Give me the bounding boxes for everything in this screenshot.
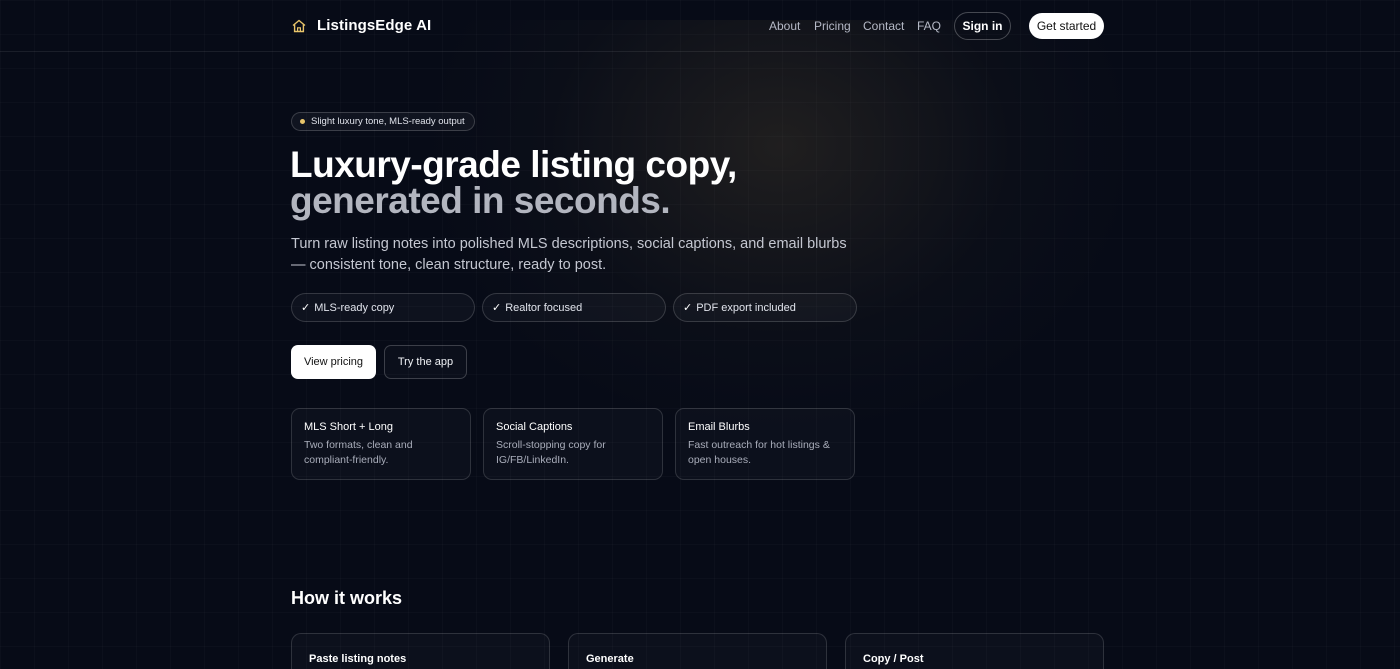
brand-name: ListingsEdge AI: [317, 17, 432, 34]
steps-row: Paste listing notes Generate Copy / Post: [291, 633, 1104, 669]
step-card: Copy / Post: [845, 633, 1104, 669]
check-pill: ✓ PDF export included: [673, 293, 857, 322]
background-glow: [420, 20, 1140, 440]
view-pricing-button[interactable]: View pricing: [291, 345, 376, 379]
hero-tag-badge: Slight luxury tone, MLS-ready output: [291, 112, 475, 131]
how-it-works-title: How it works: [291, 588, 403, 608]
feature-desc: Fast outreach for hot listings & open ho…: [688, 439, 830, 466]
check-label: MLS-ready copy: [314, 301, 395, 314]
check-pill: ✓ MLS-ready copy: [291, 293, 475, 322]
sign-in-button[interactable]: Sign in: [954, 12, 1011, 40]
feature-card-mls: MLS Short + Long Two formats, clean and …: [291, 408, 471, 480]
nav-pricing[interactable]: Pricing: [814, 19, 851, 33]
nav-contact[interactable]: Contact: [863, 19, 904, 33]
feature-desc: Two formats, clean and compliant-friendl…: [304, 439, 413, 466]
check-pill: ✓ Realtor focused: [482, 293, 666, 322]
get-started-button[interactable]: Get started: [1029, 13, 1104, 39]
hero-tag-label: Slight luxury tone, MLS-ready output: [311, 116, 465, 127]
feature-checks: ✓ MLS-ready copy ✓ Realtor focused ✓ PDF…: [291, 293, 857, 322]
hero-title-line2: generated in seconds.: [290, 180, 671, 221]
step-title: Copy / Post: [863, 653, 924, 665]
top-navbar: ListingsEdge AI About Pricing Contact FA…: [0, 0, 1400, 52]
nav-about[interactable]: About: [769, 19, 800, 33]
try-app-button[interactable]: Try the app: [384, 345, 467, 379]
feature-desc: Scroll-stopping copy for IG/FB/LinkedIn.: [496, 439, 606, 466]
feature-title: MLS Short + Long: [304, 421, 393, 433]
feature-title: Social Captions: [496, 421, 573, 433]
feature-title: Email Blurbs: [688, 421, 750, 433]
check-icon: ✓: [301, 302, 311, 314]
check-icon: ✓: [683, 302, 693, 314]
hero-title: Luxury-grade listing copy, generated in …: [290, 144, 737, 221]
check-label: PDF export included: [696, 301, 796, 314]
dot-icon: [300, 119, 305, 124]
step-title: Paste listing notes: [309, 653, 407, 665]
feature-card-social: Social Captions Scroll-stopping copy for…: [483, 408, 663, 480]
check-icon: ✓: [492, 302, 502, 314]
step-title: Generate: [586, 653, 634, 665]
check-label: Realtor focused: [505, 301, 583, 314]
nav-faq[interactable]: FAQ: [917, 19, 941, 33]
hero-title-line1: Luxury-grade listing copy,: [290, 144, 737, 185]
house-icon: [292, 19, 306, 32]
step-card: Paste listing notes: [291, 633, 550, 669]
hero-subtitle: Turn raw listing notes into polished MLS…: [291, 236, 847, 273]
background-grid: [0, 0, 1400, 669]
feature-card-email: Email Blurbs Fast outreach for hot listi…: [675, 408, 855, 480]
feature-cards: MLS Short + Long Two formats, clean and …: [291, 408, 855, 480]
brand-logo[interactable]: ListingsEdge AI: [291, 17, 431, 34]
step-card: Generate: [568, 633, 827, 669]
